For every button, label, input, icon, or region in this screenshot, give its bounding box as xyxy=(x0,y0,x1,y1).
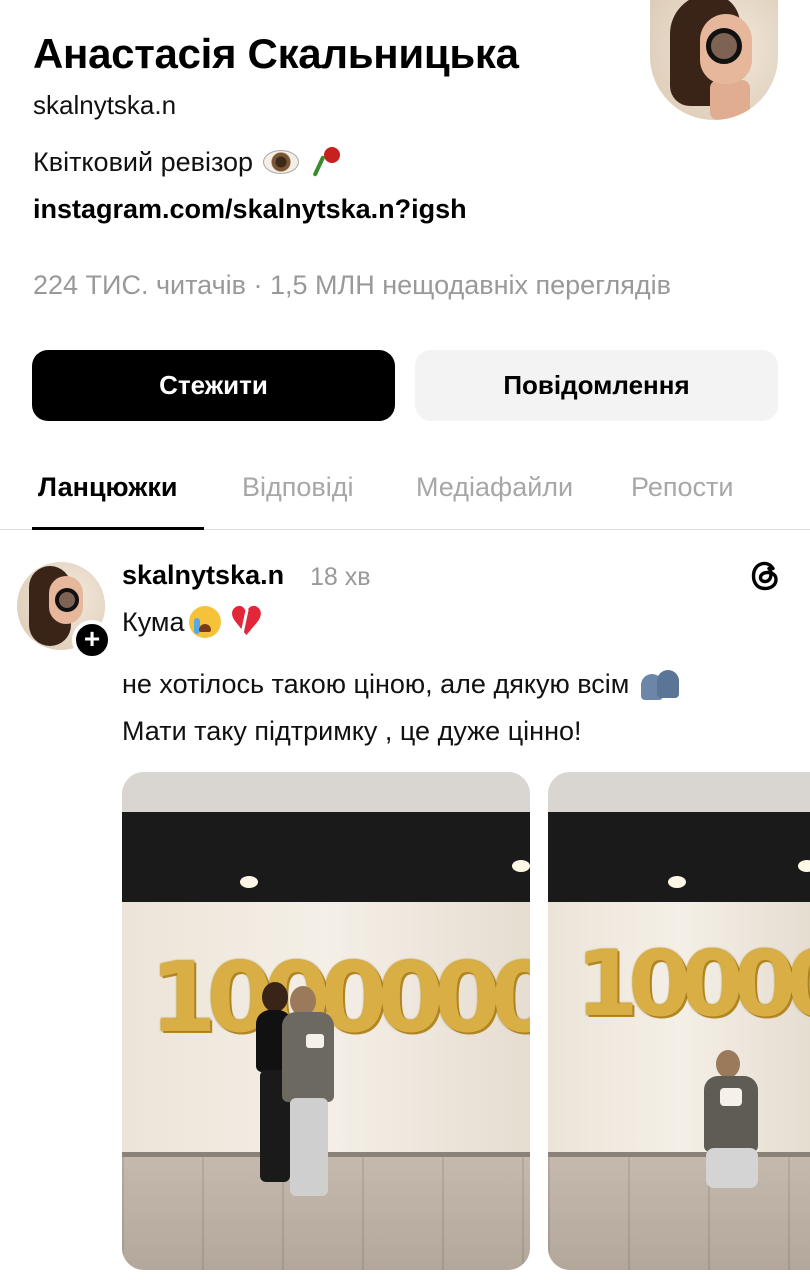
number-balloons: 100000 xyxy=(576,932,810,1037)
tab-threads[interactable]: Ланцюжки xyxy=(38,472,178,503)
broken-heart-emoji-icon xyxy=(229,599,265,645)
profile-name: Анастасія Скальницька xyxy=(33,30,519,77)
post-photo[interactable]: 100000 xyxy=(548,772,810,1270)
tab-replies[interactable]: Відповіді xyxy=(242,472,354,503)
profile-link[interactable]: instagram.com/skalnytska.n?igsh xyxy=(33,194,467,225)
post-text: Кума xyxy=(122,606,185,637)
follow-plus-icon[interactable]: + xyxy=(72,620,112,660)
people-hugging-emoji-icon xyxy=(639,668,681,700)
eye-emoji-icon xyxy=(263,150,300,174)
magnifying-glass-icon xyxy=(706,28,742,64)
post-text-line-2: не хотілось такою ціною, але дякую всім xyxy=(122,668,681,700)
follow-button[interactable]: Стежити xyxy=(32,350,395,421)
post-timestamp: 18 хв xyxy=(310,563,371,591)
profile-avatar[interactable] xyxy=(650,0,778,120)
post-username[interactable]: skalnytska.n xyxy=(122,560,284,591)
post-text: не хотілось такою ціною, але дякую всім xyxy=(122,668,630,699)
profile-stats[interactable]: 224 ТИС. читачів · 1,5 МЛН нещодавніх пе… xyxy=(33,270,671,301)
post-text-line-3: Мати таку підтримку , це дуже цінно! xyxy=(122,716,582,746)
profile-bio: Квітковий ревізор xyxy=(33,145,343,179)
post-photo[interactable]: 1000000 xyxy=(122,772,530,1270)
number-balloons: 1000000 xyxy=(150,942,530,1054)
profile-tabs: Ланцюжки Відповіді Медіафайли Репости xyxy=(0,460,810,530)
bio-text: Квітковий ревізор xyxy=(33,146,254,177)
active-tab-indicator xyxy=(32,527,204,530)
profile-handle: skalnytska.n xyxy=(33,90,177,120)
loudly-crying-face-emoji-icon xyxy=(188,606,221,638)
tab-media[interactable]: Медіафайли xyxy=(416,472,573,503)
threads-logo-icon[interactable] xyxy=(748,558,784,594)
tab-reposts[interactable]: Репости xyxy=(631,472,733,503)
message-button[interactable]: Повідомлення xyxy=(415,350,778,421)
wilted-rose-emoji-icon xyxy=(309,145,343,179)
post-text-line-1: Кума xyxy=(122,599,265,645)
